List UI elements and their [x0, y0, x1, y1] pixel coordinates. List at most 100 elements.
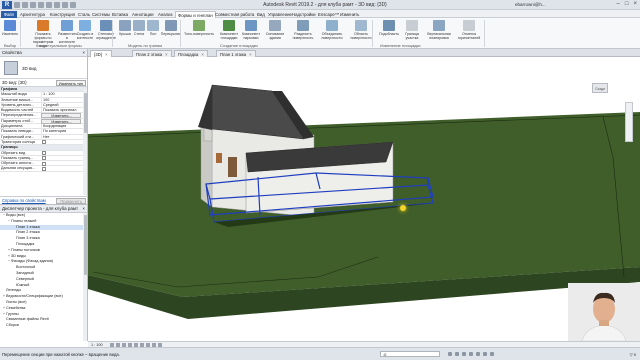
- drag-elements-icon[interactable]: [490, 352, 494, 356]
- undo-icon[interactable]: [30, 2, 36, 8]
- property-label: Показать невиди...: [1, 129, 35, 134]
- user-account[interactable]: ebarrowni@h...: [515, 2, 546, 7]
- maximize-button[interactable]: □: [625, 1, 629, 7]
- ribbon-button[interactable]: Топо-поверхность: [184, 20, 214, 36]
- 3d-viewport[interactable]: Сзади: [88, 57, 640, 341]
- ribbon-button[interactable]: Объединить поверхности: [318, 20, 346, 40]
- workset-selector[interactable]: :0: [380, 351, 440, 357]
- ribbon-button[interactable]: Граница участка: [402, 20, 422, 40]
- property-edit-button[interactable]: Изменить...: [41, 118, 81, 124]
- print-icon[interactable]: [46, 2, 52, 8]
- tab-architecture[interactable]: Архитектура: [20, 11, 45, 18]
- tab-structure[interactable]: Конструкция: [50, 11, 75, 18]
- close-icon[interactable]: ×: [82, 49, 85, 57]
- property-value[interactable]: Показать оригинал: [41, 108, 81, 114]
- view-tab-plan-2[interactable]: План 2 этажа ×: [132, 50, 172, 57]
- viewcube-face[interactable]: Сзади: [592, 83, 608, 93]
- ribbon-button[interactable]: Отметка горизонталей: [456, 20, 482, 40]
- property-checkbox[interactable]: [42, 156, 46, 161]
- filter-count[interactable]: ▽ 0: [630, 352, 636, 357]
- ribbon-button[interactable]: Подобласть: [378, 20, 400, 36]
- instance-selector[interactable]: 3D вид: {3D} Изменить тип: [0, 79, 87, 87]
- ribbon-button[interactable]: Перекрытие: [160, 20, 182, 36]
- property-value[interactable]: 1 : 100: [41, 92, 81, 98]
- ribbon-button[interactable]: Стена: [132, 20, 146, 36]
- properties-scrollbar[interactable]: [83, 89, 87, 195]
- tab-modify[interactable]: Изменить: [340, 11, 359, 18]
- tab-analyze[interactable]: Анализ: [158, 11, 173, 18]
- browser-item[interactable]: Сборки: [0, 323, 84, 329]
- ribbon-button-label: Вертикальная планировка: [427, 32, 451, 40]
- editable-only-icon[interactable]: [448, 352, 452, 356]
- select-links-icon[interactable]: [462, 352, 466, 356]
- tab-steel[interactable]: Сталь: [78, 11, 90, 18]
- model-scene[interactable]: [88, 57, 640, 341]
- save-icon[interactable]: [22, 2, 28, 8]
- revit-logo-icon[interactable]: R: [2, 1, 12, 9]
- scrollbar-thumb[interactable]: [83, 93, 87, 133]
- property-value[interactable]: Координация: [41, 124, 81, 130]
- ribbon-button[interactable]: Компонент площадки: [218, 20, 240, 40]
- ribbon-button[interactable]: Основание здания: [262, 20, 288, 40]
- property-checkbox[interactable]: [42, 140, 46, 145]
- ribbon-button[interactable]: Пол: [146, 20, 160, 36]
- ribbon-button[interactable]: Изменить: [2, 20, 18, 36]
- design-options-icon[interactable]: [455, 352, 459, 356]
- ribbon-button-icon: [147, 20, 159, 31]
- tab-addins[interactable]: Надстройки: [292, 11, 316, 18]
- tab-massing-site[interactable]: Формы и генплан: [175, 11, 216, 18]
- property-value[interactable]: Средний: [41, 102, 81, 108]
- property-value[interactable]: 100: [41, 97, 81, 103]
- ribbon-button-label: Пол: [149, 32, 157, 36]
- ribbon-button[interactable]: Стеновое ограждение: [96, 20, 116, 40]
- tab-systems[interactable]: Системы: [92, 11, 110, 18]
- ribbon-button[interactable]: Компонент парковки: [240, 20, 262, 40]
- select-pinned-icon[interactable]: [476, 352, 480, 356]
- browser-item-label: Восточный: [16, 265, 36, 270]
- tab-manage[interactable]: Управление: [268, 11, 292, 18]
- ribbon-button[interactable]: Крыша: [118, 20, 132, 36]
- properties-palette: Свойства × 3D вид 3D вид: {3D} Изменить …: [0, 49, 88, 204]
- redo-icon[interactable]: [38, 2, 44, 8]
- navigation-bar[interactable]: [625, 102, 633, 142]
- property-checkbox[interactable]: [42, 161, 46, 166]
- property-value[interactable]: По категории: [41, 129, 81, 135]
- tab-enscape[interactable]: Enscape™: [318, 11, 339, 18]
- select-by-face-icon[interactable]: [483, 352, 487, 356]
- tab-annotate[interactable]: Аннотации: [132, 11, 153, 18]
- open-icon[interactable]: [14, 2, 20, 8]
- ribbon-button[interactable]: Разместить в контексте: [58, 20, 77, 44]
- property-label: Уровень детализ...: [1, 102, 34, 107]
- minimize-button[interactable]: –: [617, 1, 620, 7]
- property-edit-button[interactable]: Изменить...: [41, 113, 81, 119]
- view-tab-site[interactable]: Площадка ×: [174, 50, 208, 57]
- property-value[interactable]: Нет: [41, 134, 81, 140]
- 3d-view-icon[interactable]: [62, 2, 68, 8]
- viewcube[interactable]: Сзади: [588, 79, 612, 97]
- tab-collaborate[interactable]: Совместная работа: [215, 11, 254, 18]
- section-icon[interactable]: [70, 2, 76, 8]
- ribbon-button[interactable]: Создать в контексте: [76, 20, 94, 40]
- browser-scrollbar[interactable]: [83, 213, 87, 341]
- close-icon[interactable]: ×: [82, 205, 85, 213]
- type-selector[interactable]: 3D вид: [0, 57, 87, 79]
- view-tab-plan-1[interactable]: План 1 этажа ×: [216, 50, 256, 57]
- property-label: Обрезать вид: [1, 150, 26, 155]
- ribbon-button[interactable]: Вертикальная планировка: [424, 20, 454, 40]
- scrollbar-thumb[interactable]: [83, 215, 87, 275]
- tab-file[interactable]: Файл: [1, 11, 17, 18]
- tab-insert[interactable]: Вставка: [112, 11, 128, 18]
- ribbon-button-icon: [37, 20, 49, 31]
- ribbon-button[interactable]: Разделить поверхность: [290, 20, 316, 40]
- ribbon-button-icon: [223, 20, 235, 31]
- edit-type-button[interactable]: Изменить тип: [55, 80, 86, 86]
- property-checkbox[interactable]: [42, 151, 46, 156]
- view-tab-3d[interactable]: {3D} ×: [90, 50, 112, 57]
- property-checkbox[interactable]: [42, 166, 46, 171]
- status-bar: Перемещение секции при нажатой кнопке – …: [0, 347, 640, 360]
- close-button[interactable]: ×: [633, 1, 637, 7]
- tab-view[interactable]: Вид: [257, 11, 265, 18]
- select-underlay-icon[interactable]: [469, 352, 473, 356]
- topography-surface[interactable]: [88, 112, 640, 297]
- measure-icon[interactable]: [54, 2, 60, 8]
